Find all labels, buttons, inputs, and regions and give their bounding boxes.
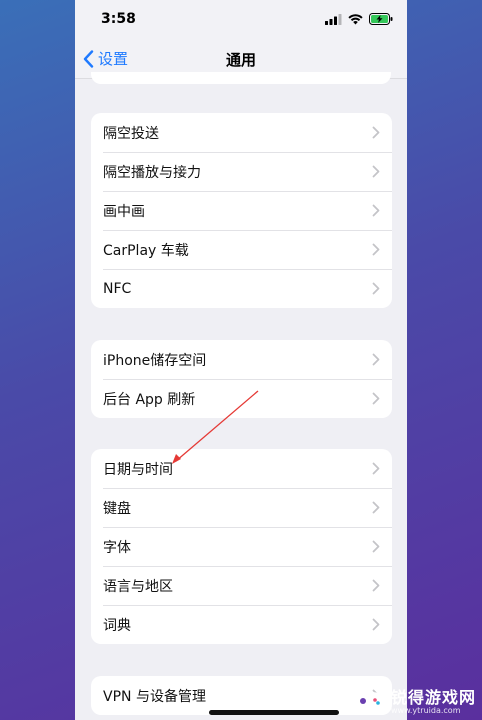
- previous-group-edge: [91, 72, 391, 84]
- settings-row-label: NFC: [103, 280, 132, 297]
- settings-group-connectivity: 隔空投送隔空播放与接力 画中画 CarPlay 车载 NFC: [91, 113, 392, 308]
- chevron-right-icon: [372, 243, 380, 256]
- watermark-title: 锐得游戏网: [390, 688, 476, 708]
- settings-row-label: 键盘: [103, 500, 131, 517]
- watermark: 锐得游戏网 www.ytruida.com: [352, 690, 476, 716]
- chevron-right-icon: [372, 579, 380, 592]
- settings-row[interactable]: CarPlay 车载: [91, 230, 392, 269]
- chevron-right-icon: [372, 462, 380, 475]
- signal-icon: [325, 13, 342, 25]
- settings-group-locale: 日期与时间键盘字体语言与地区词典: [91, 449, 392, 644]
- settings-row-label: 语言与地区: [103, 578, 173, 595]
- settings-row[interactable]: 画中画: [91, 191, 392, 230]
- settings-row-label: 画中画: [103, 203, 145, 220]
- settings-row[interactable]: 隔空投送: [91, 113, 392, 152]
- status-bar: 3:58: [75, 0, 407, 40]
- chevron-right-icon: [372, 126, 380, 139]
- watermark-url: www.ytruida.com: [390, 706, 461, 716]
- chevron-right-icon: [372, 618, 380, 631]
- settings-row[interactable]: 词典: [91, 605, 392, 644]
- chevron-right-icon: [372, 392, 380, 405]
- chevron-right-icon: [372, 165, 380, 178]
- settings-row-label: CarPlay 车载: [103, 242, 189, 259]
- settings-row-label: 隔空播放与接力: [103, 164, 201, 181]
- settings-row-label: 隔空投送: [103, 125, 159, 142]
- settings-row[interactable]: 日期与时间: [91, 449, 392, 488]
- wifi-icon: [348, 13, 363, 24]
- settings-row[interactable]: 语言与地区: [91, 566, 392, 605]
- settings-row[interactable]: 字体: [91, 527, 392, 566]
- battery-charging-icon: [369, 13, 393, 25]
- settings-row[interactable]: NFC: [91, 269, 392, 308]
- game-controller-logo-icon: [353, 691, 385, 714]
- chevron-right-icon: [372, 204, 380, 217]
- settings-row-label: 词典: [103, 617, 131, 634]
- chevron-right-icon: [372, 282, 380, 295]
- settings-group-storage: iPhone储存空间 后台 App 刷新: [91, 340, 392, 418]
- home-indicator[interactable]: [209, 710, 339, 715]
- settings-row-label: iPhone储存空间: [103, 352, 207, 369]
- settings-row-label: 字体: [103, 539, 131, 556]
- chevron-right-icon: [372, 501, 380, 514]
- settings-row-label: 日期与时间: [103, 461, 173, 478]
- settings-row-label: VPN 与设备管理: [103, 688, 206, 705]
- chevron-right-icon: [372, 353, 380, 366]
- status-icons: [325, 13, 393, 25]
- chevron-right-icon: [372, 540, 380, 553]
- settings-row[interactable]: 后台 App 刷新: [91, 379, 392, 418]
- phone-screen: 3:58 设置 通用 隔空投送 隔空播放与接力 画中画 CarPlay 车载 N…: [75, 0, 407, 720]
- page-title: 通用: [225, 51, 256, 69]
- settings-row[interactable]: iPhone储存空间: [91, 340, 392, 379]
- settings-row[interactable]: 隔空播放与接力: [91, 152, 392, 191]
- status-time: 3:58: [101, 11, 136, 27]
- settings-row[interactable]: 键盘: [91, 488, 392, 527]
- settings-row-label: 后台 App 刷新: [103, 391, 196, 408]
